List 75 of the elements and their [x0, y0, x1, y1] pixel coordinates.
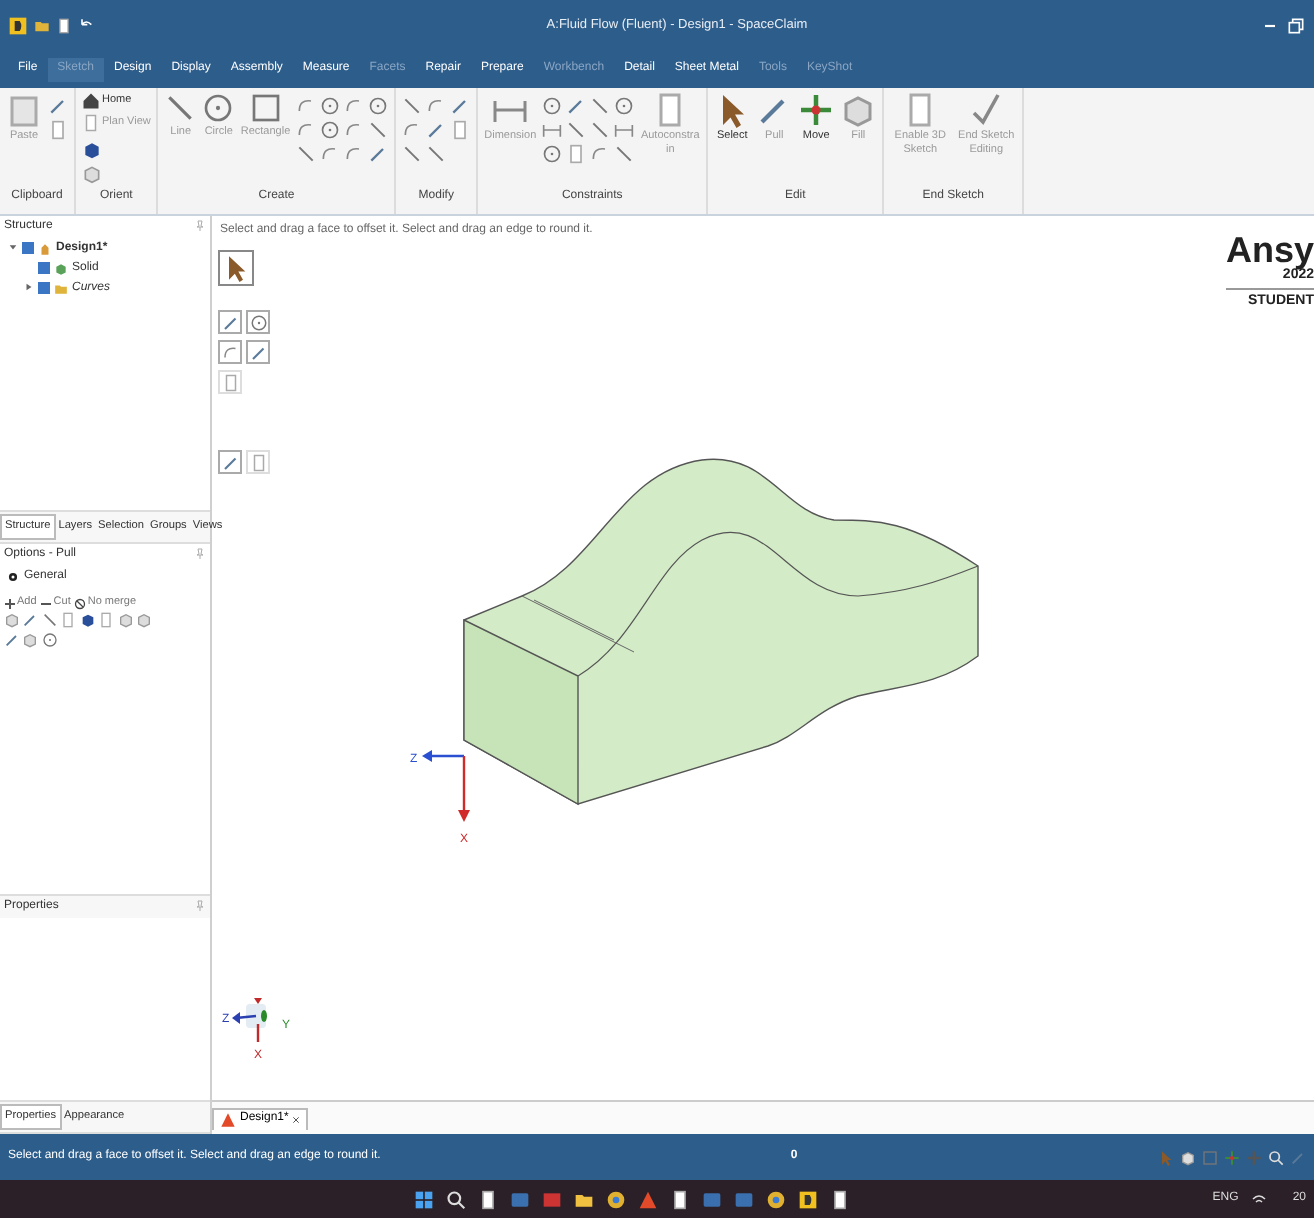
- sketch-tool-icon[interactable]: [590, 144, 611, 164]
- tool-icon: [968, 92, 1005, 128]
- mode-icon: [3, 597, 15, 610]
- sketch-tool-icon[interactable]: [344, 144, 365, 164]
- sketch-tool-icon[interactable]: [320, 96, 341, 116]
- sketch-tool-icon[interactable]: [450, 96, 471, 116]
- taskbar-app-icon[interactable]: [446, 1189, 466, 1209]
- sketch-tool-icon[interactable]: [296, 96, 317, 116]
- edge-tool-button[interactable]: [218, 340, 242, 365]
- mode-icon: [39, 597, 52, 610]
- sketch-tool-icon[interactable]: [426, 120, 447, 140]
- sketch-tool-icon[interactable]: [320, 144, 341, 164]
- sketch-tool-icon[interactable]: [402, 96, 423, 116]
- expand-icon[interactable]: [24, 281, 34, 292]
- sketch-tool-icon[interactable]: [296, 120, 317, 140]
- pin-icon[interactable]: [194, 548, 206, 560]
- sketch-tool-icon[interactable]: [296, 144, 317, 164]
- tool-icon: [6, 92, 42, 128]
- logo-text: Ansy: [1225, 232, 1314, 268]
- sketch-tool-icon[interactable]: [590, 120, 611, 140]
- face-tool-button[interactable]: [246, 310, 270, 335]
- tool-icon: [840, 92, 877, 128]
- tool-icon: [798, 92, 835, 128]
- sketch-tool-icon[interactable]: [614, 96, 635, 116]
- sketch-tool-icon[interactable]: [344, 120, 365, 140]
- taskbar-app-icon[interactable]: [798, 1189, 818, 1209]
- model-drawing[interactable]: [463, 458, 979, 806]
- sketch-tool-icon[interactable]: [320, 120, 341, 140]
- edge-tool-icon: [221, 343, 239, 362]
- settings-icon: [6, 570, 20, 585]
- curve-tool-icon: [249, 343, 267, 362]
- line-tool-button[interactable]: [218, 310, 242, 335]
- visibility-checkbox[interactable]: [38, 262, 50, 275]
- sketch-tool-icon[interactable]: [368, 96, 389, 116]
- guide-tool-button[interactable]: [218, 450, 242, 475]
- taskbar-app-icon[interactable]: [414, 1189, 434, 1209]
- network-icon[interactable]: [1250, 1190, 1269, 1208]
- sketch-tool-icon[interactable]: [402, 120, 423, 140]
- sketch-tool-icon[interactable]: [426, 96, 447, 116]
- mode-icon: [73, 597, 86, 610]
- sketch-tool-icon[interactable]: [614, 120, 635, 140]
- restore-icon[interactable]: [1286, 16, 1306, 36]
- sketch-tool-icon[interactable]: [566, 96, 587, 116]
- line-tool-icon: [221, 313, 239, 332]
- part-icon: [38, 241, 52, 256]
- sketch-tool-icon[interactable]: [566, 120, 587, 140]
- sketch-tool-icon[interactable]: [542, 144, 563, 164]
- folder-icon: [54, 281, 68, 296]
- sketch-tool-icon[interactable]: [402, 144, 423, 164]
- tool-icon: [249, 92, 282, 124]
- open-icon[interactable]: [34, 18, 50, 34]
- select-tool-button[interactable]: [218, 250, 254, 287]
- pin-icon[interactable]: [194, 220, 206, 232]
- curve-tool-button[interactable]: [246, 340, 270, 365]
- face-tool-icon: [249, 313, 267, 332]
- visibility-checkbox[interactable]: [38, 282, 50, 295]
- close-icon[interactable]: [292, 1115, 301, 1123]
- app-icon[interactable]: [8, 16, 28, 36]
- taskbar-app-icon[interactable]: [830, 1189, 850, 1209]
- sketch-tool-icon[interactable]: [368, 120, 389, 140]
- sketch-tool-icon[interactable]: [368, 144, 389, 164]
- sketch-tool-icon[interactable]: [614, 144, 635, 164]
- disabled-tool-icon: [221, 373, 239, 392]
- solid-icon: [54, 261, 68, 276]
- sketch-tool-icon[interactable]: [590, 96, 611, 116]
- visibility-checkbox[interactable]: [22, 242, 34, 255]
- triad-drawing[interactable]: [232, 998, 267, 1042]
- sketch-tool-icon[interactable]: [542, 96, 563, 116]
- sketch-tool-icon[interactable]: [344, 96, 365, 116]
- tool-icon: [202, 92, 235, 124]
- collapse-icon[interactable]: [8, 241, 18, 252]
- sketch-tool-icon[interactable]: [542, 120, 563, 140]
- sketch-tool-icon[interactable]: [426, 144, 447, 164]
- document-icon: [220, 1111, 236, 1127]
- tool-icon: [164, 92, 197, 124]
